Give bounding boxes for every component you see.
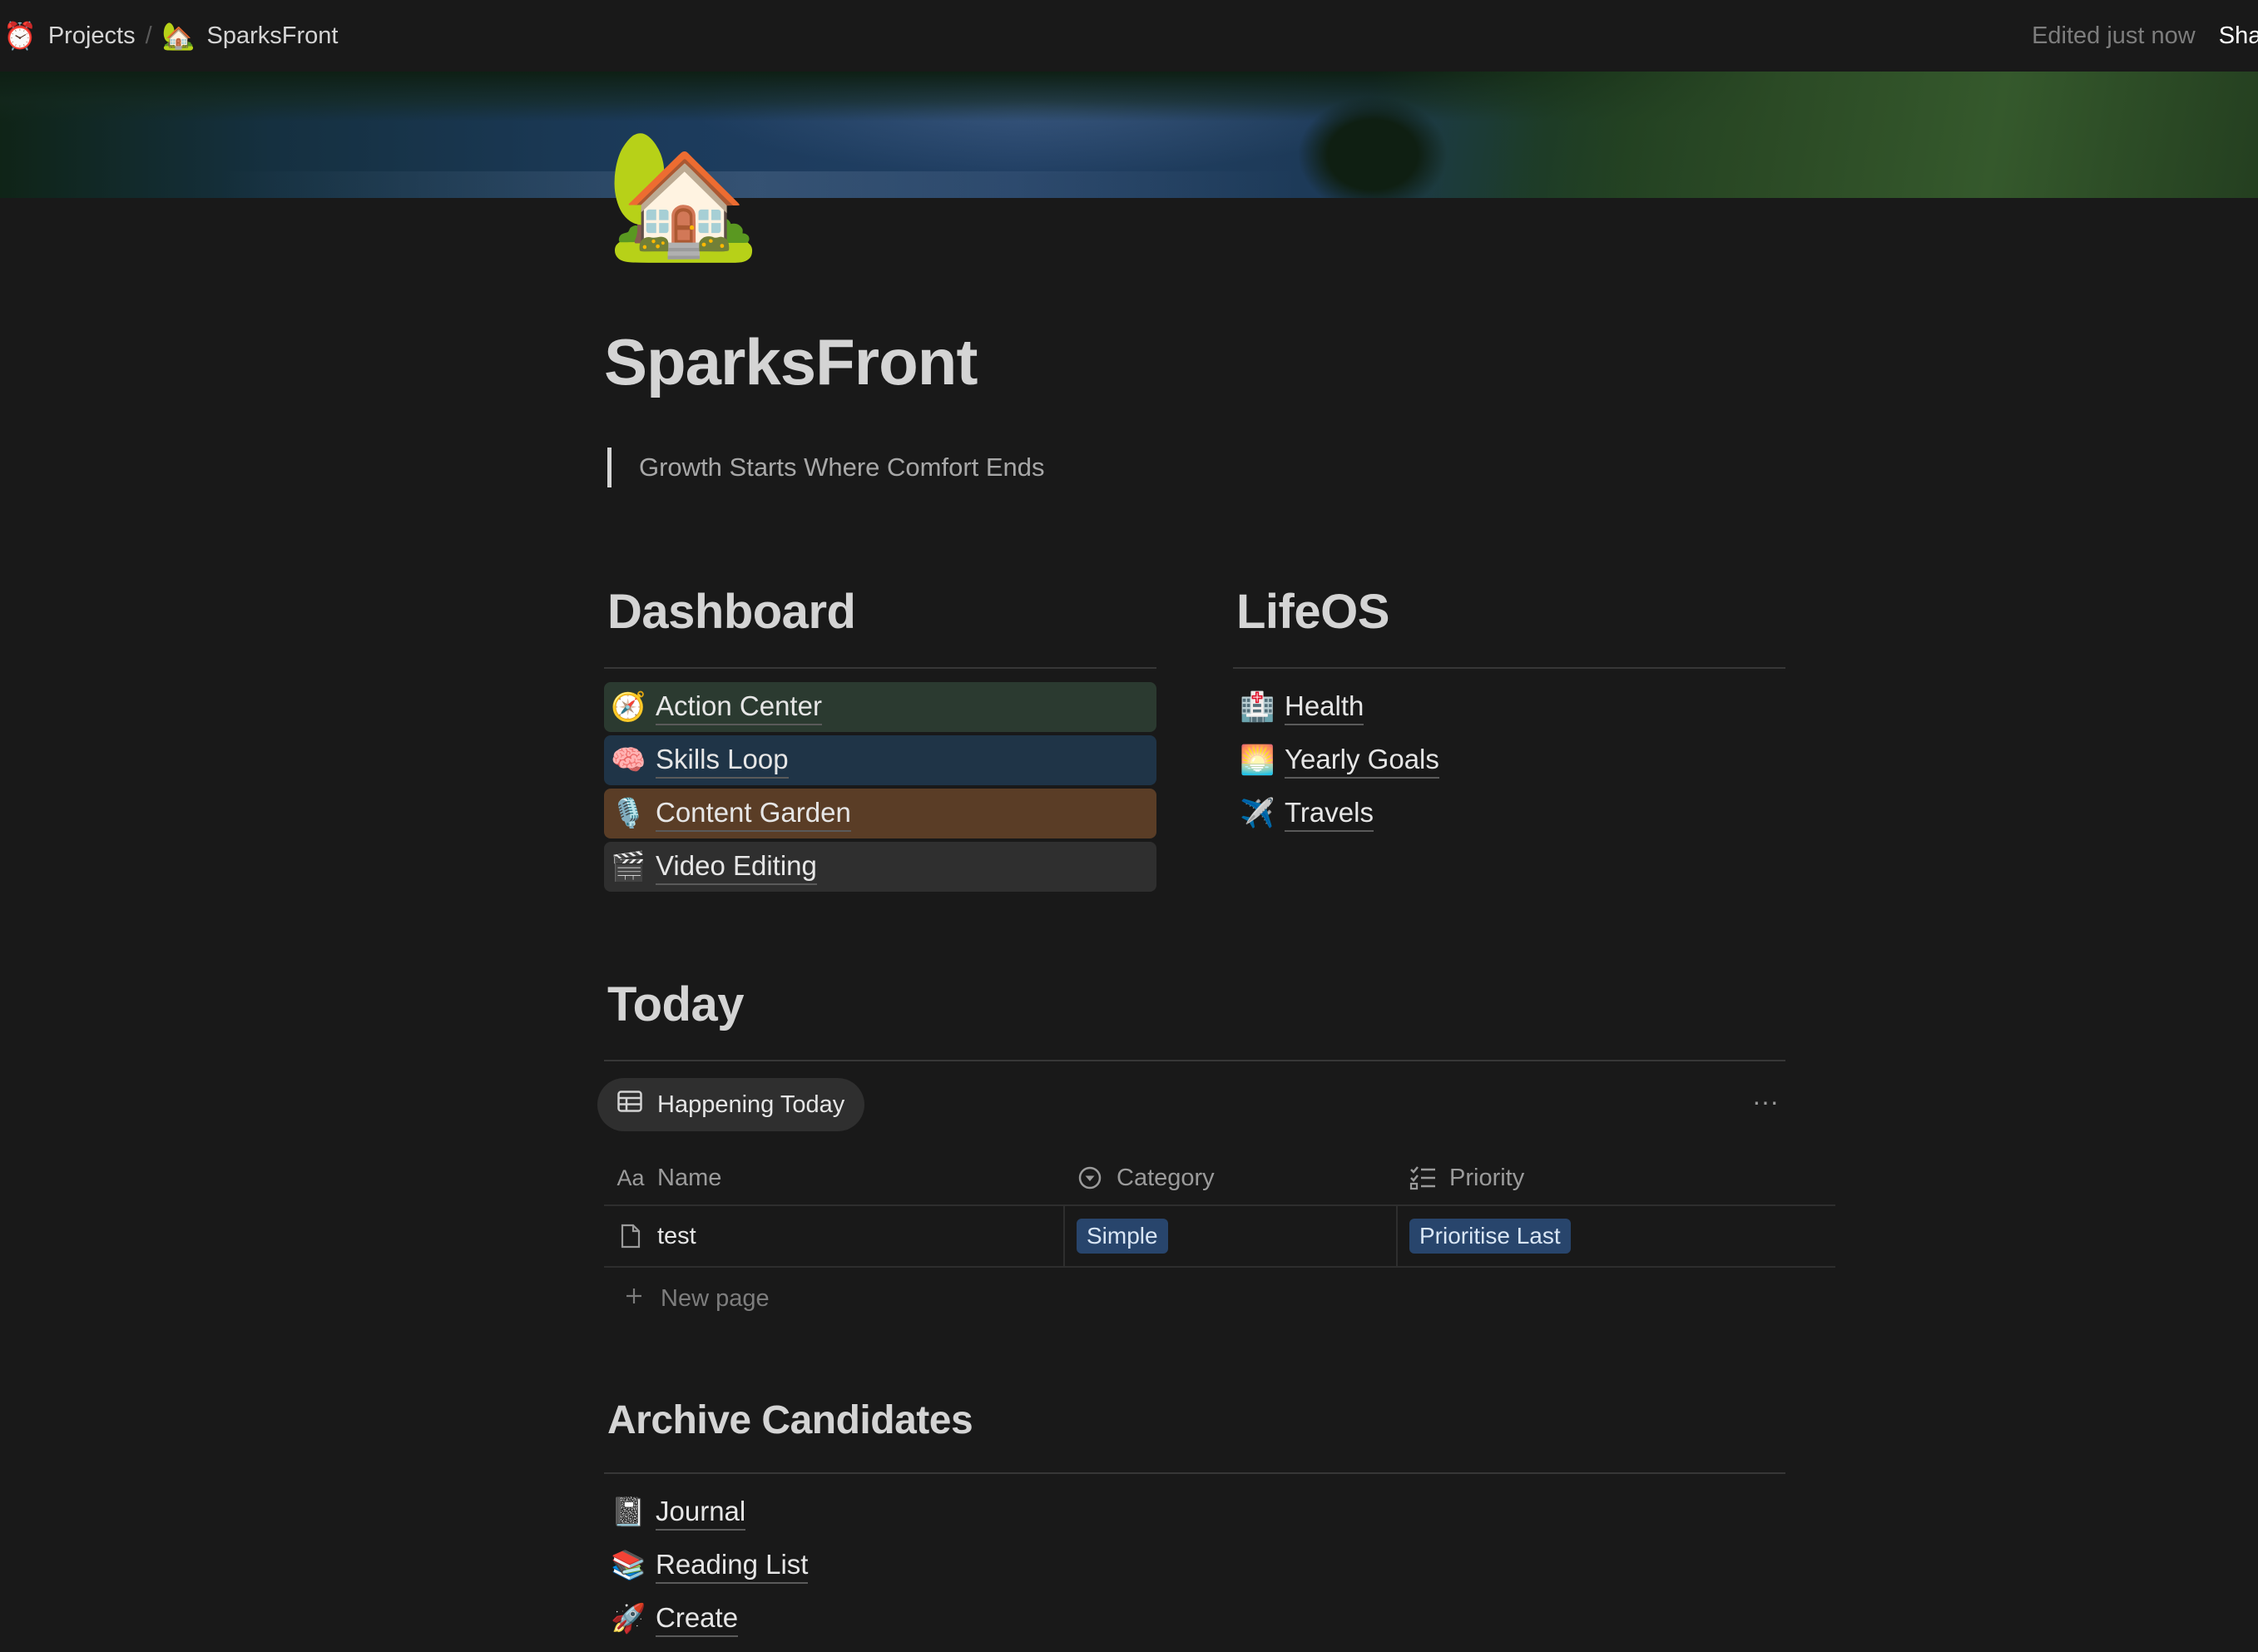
archive-links: 📓 Journal 📚 Reading List 🚀 Create [604,1487,1785,1644]
column-header-priority[interactable]: Priority [1396,1151,1835,1204]
row-name: test [657,1222,696,1249]
database-view-bar: Happening Today ··· [597,1078,1779,1131]
breadcrumb-projects[interactable]: ⏰ Projects [0,11,142,61]
microphone-icon: 🎙️ [611,798,646,829]
today-section: Today [604,975,1785,1061]
link-reading-list[interactable]: 📚 Reading List [604,1541,1785,1590]
breadcrumb-label: Projects [47,22,136,49]
text-property-icon: Aa [616,1165,645,1190]
link-label: Create [656,1601,739,1637]
today-heading[interactable]: Today [604,975,1785,1035]
column-label: Category [1117,1164,1215,1191]
hospital-icon: 🏥 [1240,691,1275,723]
cover-trees [1265,80,1481,198]
link-skills-loop[interactable]: 🧠 Skills Loop [604,735,1156,785]
view-tab-happening-today[interactable]: Happening Today [597,1078,865,1131]
breadcrumb-sparksfront[interactable]: 🏡 SparksFront [156,11,345,61]
books-icon: 📚 [611,1550,646,1581]
link-label: Health [1285,690,1364,725]
column-header-name[interactable]: Aa Name [604,1151,1063,1204]
page-icon [616,1223,646,1249]
checklist-icon [1408,1165,1438,1191]
alarm-clock-icon: ⏰ [3,21,37,51]
brain-icon: 🧠 [611,744,646,776]
link-travels[interactable]: ✈️ Travels [1233,789,1785,838]
link-label: Journal [656,1495,746,1531]
category-icon [1075,1165,1105,1191]
priority-tag: Prioritise Last [1409,1219,1571,1254]
link-action-center[interactable]: 🧭 Action Center [604,682,1156,732]
view-tab-label: Happening Today [657,1091,845,1118]
divider [604,1060,1785,1061]
dashboard-section: Dashboard 🧭 Action Center 🧠 Skills Loop … [604,582,1156,895]
divider [604,1472,1785,1474]
cell-priority[interactable]: Prioritise Last [1396,1206,1835,1266]
edited-status: Edited just now [2032,22,2196,49]
link-label: Travels [1285,796,1374,832]
archive-heading[interactable]: Archive Candidates [604,1391,1785,1451]
new-page-button[interactable]: New page [604,1268,1835,1329]
page-icon[interactable]: 🏡 [606,131,761,256]
airplane-icon: ✈️ [1240,798,1275,829]
new-page-label: New page [661,1284,770,1312]
column-label: Name [657,1164,722,1191]
link-label: Reading List [656,1548,809,1584]
more-options-icon[interactable]: ··· [1745,1085,1785,1125]
cell-category[interactable]: Simple [1063,1206,1396,1266]
dashboard-links: 🧭 Action Center 🧠 Skills Loop 🎙️ Content… [604,682,1156,892]
cover-shoreline [1373,72,2258,198]
today-table: Aa Name Category Priority test Simple Pr… [604,1151,1835,1329]
column-label: Priority [1449,1164,1525,1191]
dashboard-heading[interactable]: Dashboard [604,582,1156,642]
breadcrumb-label: SparksFront [206,22,339,49]
rocket-icon: 🚀 [611,1603,646,1635]
top-bar: ⏰ Projects / 🏡 SparksFront Edited just n… [0,0,2258,72]
plus-icon [624,1285,644,1313]
link-create[interactable]: 🚀 Create [604,1594,1785,1644]
category-tag: Simple [1077,1219,1168,1254]
link-label: Skills Loop [656,743,789,779]
link-label: Video Editing [656,849,817,885]
table-icon [617,1091,642,1119]
page-title[interactable]: SparksFront [604,324,978,400]
link-video-editing[interactable]: 🎬 Video Editing [604,842,1156,892]
sunrise-icon: 🌅 [1240,744,1275,776]
notebook-icon: 📓 [611,1496,646,1528]
house-icon: 🏡 [161,21,196,51]
cell-name[interactable]: test [604,1206,1063,1266]
link-journal[interactable]: 📓 Journal [604,1487,1785,1537]
link-health[interactable]: 🏥 Health [1233,682,1785,732]
table-row[interactable]: test Simple Prioritise Last [604,1206,1835,1268]
compass-icon: 🧭 [611,691,646,723]
lifeos-links: 🏥 Health 🌅 Yearly Goals ✈️ Travels [1233,682,1785,838]
link-label: Action Center [656,690,822,725]
share-button[interactable]: Shar [2219,22,2258,50]
divider [1233,667,1785,669]
column-header-category[interactable]: Category [1063,1151,1396,1204]
cover-image[interactable] [0,72,2258,198]
link-label: Yearly Goals [1285,743,1439,779]
link-content-garden[interactable]: 🎙️ Content Garden [604,789,1156,838]
table-header: Aa Name Category Priority [604,1151,1835,1206]
topbar-actions: Edited just now Shar [2032,0,2258,72]
breadcrumb-separator: / [145,22,152,49]
lifeos-heading[interactable]: LifeOS [1233,582,1785,642]
archive-section: Archive Candidates 📓 Journal 📚 Reading L… [604,1391,1785,1647]
lifeos-section: LifeOS 🏥 Health 🌅 Yearly Goals ✈️ Travel… [1233,582,1785,842]
clapperboard-icon: 🎬 [611,851,646,883]
link-yearly-goals[interactable]: 🌅 Yearly Goals [1233,735,1785,785]
link-label: Content Garden [656,796,851,832]
divider [604,667,1156,669]
quote-block[interactable]: Growth Starts Where Comfort Ends [607,448,1045,487]
